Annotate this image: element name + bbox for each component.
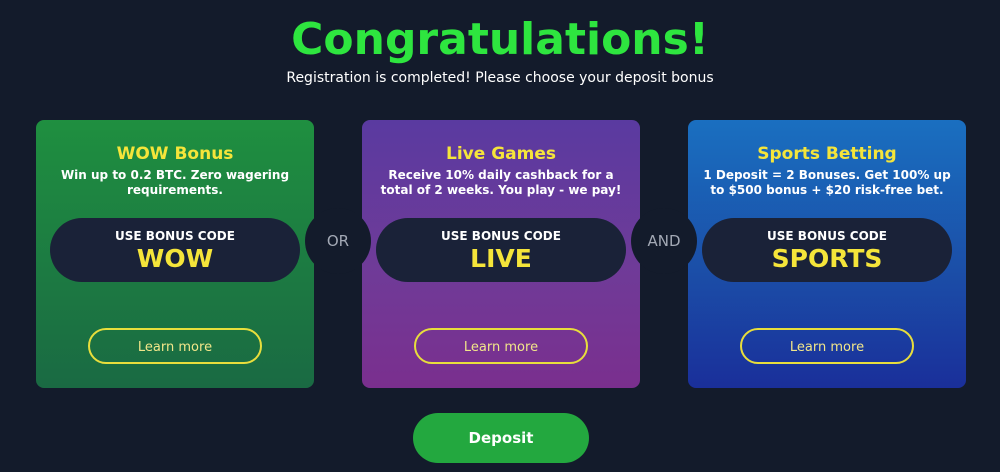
- bonus-code-pill: USE BONUS CODE LIVE: [376, 218, 626, 282]
- bonus-card-sports: Sports Betting 1 Deposit = 2 Bonuses. Ge…: [688, 120, 966, 388]
- card-description: Win up to 0.2 BTC. Zero wagering require…: [60, 168, 290, 197]
- deposit-button[interactable]: Deposit: [413, 413, 589, 463]
- bonus-card-wow: WOW Bonus Win up to 0.2 BTC. Zero wageri…: [36, 120, 314, 388]
- learn-more-button[interactable]: Learn more: [740, 328, 914, 364]
- bonus-code-value: WOW: [136, 244, 214, 273]
- learn-more-button[interactable]: Learn more: [88, 328, 262, 364]
- bonus-code-value: LIVE: [470, 244, 532, 273]
- bonus-code-label: USE BONUS CODE: [115, 229, 235, 243]
- card-description: 1 Deposit = 2 Bonuses. Get 100% up to $5…: [703, 168, 951, 197]
- page-title: Congratulations!: [291, 14, 709, 65]
- bonus-card-live: Live Games Receive 10% daily cashback fo…: [362, 120, 640, 388]
- learn-more-button[interactable]: Learn more: [414, 328, 588, 364]
- bonus-code-value: SPORTS: [771, 244, 883, 273]
- bonus-code-label: USE BONUS CODE: [767, 229, 887, 243]
- card-title: Live Games: [446, 144, 556, 164]
- bonus-code-pill: USE BONUS CODE SPORTS: [702, 218, 952, 282]
- card-title: WOW Bonus: [116, 144, 234, 164]
- bonus-code-label: USE BONUS CODE: [441, 229, 561, 243]
- card-title: Sports Betting: [757, 144, 897, 164]
- bonus-code-pill: USE BONUS CODE WOW: [50, 218, 300, 282]
- page-subtitle: Registration is completed! Please choose…: [286, 70, 714, 86]
- and-connector: AND: [631, 208, 697, 274]
- or-connector: OR: [305, 208, 371, 274]
- card-description: Receive 10% daily cashback for a total o…: [380, 168, 622, 197]
